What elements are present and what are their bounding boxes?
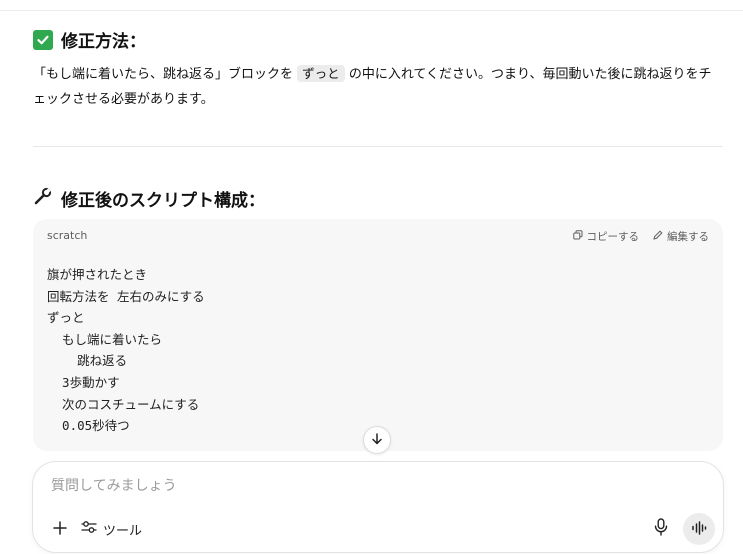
- wrench-icon: [33, 186, 53, 211]
- arrow-down-icon: [370, 431, 384, 450]
- microphone-icon: [654, 518, 668, 540]
- pencil-icon: [653, 230, 663, 243]
- check-box-icon: [33, 29, 53, 50]
- code-block: scratch コピーする 編集する 旗が押されたとき 回転方法を 左右のみにす…: [33, 219, 723, 451]
- add-button[interactable]: [49, 518, 71, 540]
- inline-code: ずっと: [297, 65, 345, 82]
- microphone-button[interactable]: [650, 518, 672, 540]
- fix-paragraph: 「もし端に着いたら、跳ね返る」ブロックを ずっと の中に入れてください。つまり、…: [33, 61, 723, 112]
- code-line: 跳ね返る: [47, 353, 128, 369]
- code-line: 0.05秒待つ: [47, 418, 130, 434]
- plus-icon: [53, 520, 67, 539]
- edit-button[interactable]: 編集する: [653, 229, 709, 244]
- script-heading: 修正後のスクリプト構成：: [33, 186, 265, 211]
- copy-button[interactable]: コピーする: [572, 229, 640, 244]
- sliders-icon: [81, 520, 97, 538]
- copy-label: コピーする: [586, 231, 640, 243]
- chat-composer: ツール: [32, 461, 724, 553]
- section-divider: [33, 146, 723, 147]
- scroll-down-button[interactable]: [363, 426, 391, 454]
- code-line: 旗が押されたとき: [47, 267, 148, 282]
- code-actions: コピーする 編集する: [572, 229, 709, 244]
- code-line: 回転方法を 左右のみにする: [47, 288, 205, 304]
- tools-button[interactable]: ツール: [81, 518, 142, 540]
- code-line: 3歩動かす: [47, 374, 120, 390]
- copy-icon: [572, 230, 583, 243]
- edit-label: 編集する: [667, 231, 709, 243]
- voice-wave-icon: [691, 520, 707, 539]
- code-language: scratch: [47, 229, 88, 242]
- voice-mode-button[interactable]: [683, 513, 715, 545]
- code-line: もし端に着いたら: [47, 331, 163, 347]
- code-line: ずっと: [47, 310, 85, 326]
- fix-heading-text: 修正方法：: [61, 32, 146, 52]
- top-divider: [0, 10, 743, 11]
- tools-label: ツール: [103, 523, 143, 539]
- code-content: 旗が押されたとき 回転方法を 左右のみにする ずっと もし端に着いたら 跳ね返る…: [47, 264, 205, 437]
- fix-text-before: 「もし端に着いたら、跳ね返る」ブロックを: [33, 67, 294, 82]
- chat-input[interactable]: [51, 478, 651, 494]
- script-heading-text: 修正後のスクリプト構成：: [61, 191, 265, 211]
- fix-heading: 修正方法：: [33, 27, 146, 52]
- code-line: 次のコスチュームにする: [47, 396, 200, 412]
